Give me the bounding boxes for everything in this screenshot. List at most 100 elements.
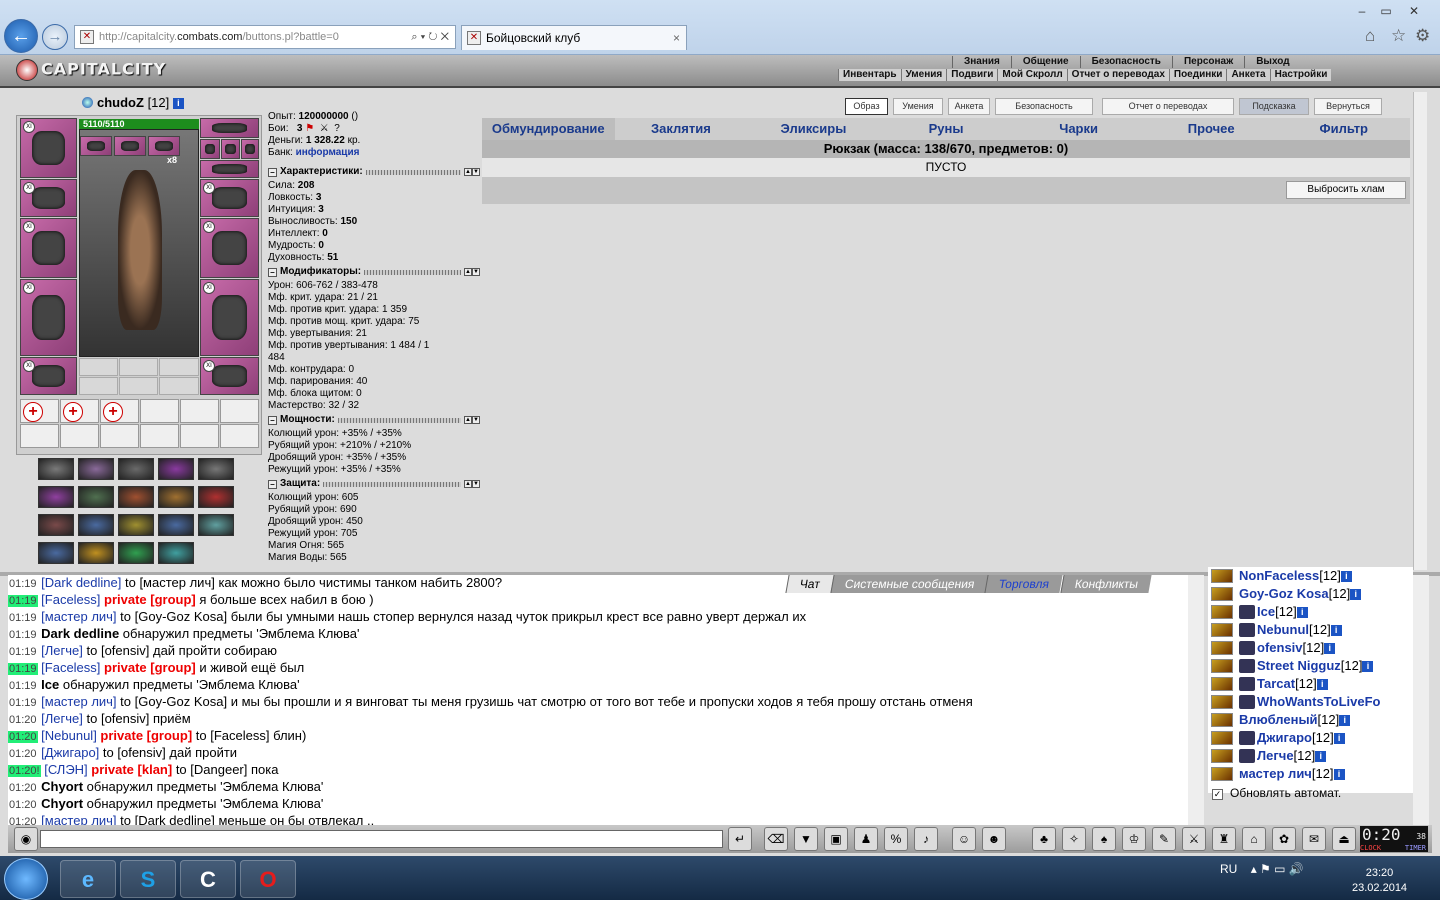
user-info-icon[interactable]: i — [1339, 714, 1351, 726]
user-info-icon[interactable]: i — [1296, 606, 1308, 618]
spell-slot[interactable] — [38, 486, 74, 508]
chat-nick[interactable]: [мастер лич] — [41, 813, 116, 825]
auto-update-toggle[interactable]: ✓ Обновлять автомат. — [1212, 786, 1341, 800]
menu-sub-item[interactable]: Подвиги — [946, 69, 997, 81]
user-info-icon[interactable]: i — [1330, 624, 1342, 636]
action-icon-1[interactable]: ♣ — [1032, 827, 1056, 851]
tab-button-2[interactable]: Умения — [893, 98, 943, 115]
potion-slot-8[interactable] — [60, 424, 99, 448]
chat-nick[interactable]: [мастер лич] — [41, 609, 116, 624]
ie-taskbar-icon[interactable]: e — [60, 860, 116, 898]
start-button[interactable] — [4, 858, 48, 900]
amulet-slot[interactable] — [114, 136, 146, 156]
user-action-icon[interactable] — [1211, 749, 1233, 763]
user-row[interactable]: ofensiv [12] i — [1208, 639, 1413, 657]
user-action-icon[interactable] — [1211, 659, 1233, 673]
potion-slot-11[interactable] — [180, 424, 219, 448]
address-bar[interactable]: ✕ http://capitalcity.combats.com/buttons… — [74, 25, 456, 49]
fighter-icon[interactable]: ♟ — [854, 827, 878, 851]
send-icon[interactable]: ↵ — [728, 827, 752, 851]
opera-taskbar-icon[interactable]: O — [240, 860, 296, 898]
menu-sub-item[interactable]: Инвентарь — [838, 69, 901, 81]
ring-slot-2[interactable] — [221, 139, 240, 159]
exit-icon[interactable]: ⏏ — [1332, 827, 1356, 851]
user-action-icon[interactable] — [1211, 623, 1233, 637]
inventory-tab[interactable]: Эликсиры — [747, 118, 880, 140]
ring-slot-1[interactable] — [200, 139, 220, 159]
back-button[interactable]: ← — [4, 19, 38, 53]
tab-button-6[interactable]: Подсказка — [1239, 98, 1309, 115]
character-avatar[interactable]: x8 — [79, 129, 199, 357]
chat-tab[interactable]: Чат — [785, 575, 834, 593]
spell-slot[interactable] — [158, 458, 194, 480]
discard-junk-button[interactable]: Выбросить хлам — [1286, 181, 1406, 199]
action-icon-9[interactable]: ✿ — [1272, 827, 1296, 851]
favorites-star-icon[interactable]: ☆ — [1391, 26, 1406, 46]
user-row[interactable]: Ice [12] i — [1208, 603, 1413, 621]
tab-button-4[interactable]: Безопасность — [995, 98, 1093, 115]
user-action-icon[interactable] — [1211, 695, 1233, 709]
user-name[interactable]: мастер лич — [1239, 765, 1312, 783]
chat-tab[interactable]: Системные сообщения — [830, 575, 989, 593]
chat-input[interactable] — [40, 830, 723, 848]
spell-slot[interactable] — [158, 514, 194, 536]
users-scrollbar[interactable] — [1413, 575, 1429, 825]
user-row[interactable]: Nebunul [12] i — [1208, 621, 1413, 639]
spell-slot[interactable] — [38, 514, 74, 536]
user-name[interactable]: NonFaceless — [1239, 567, 1319, 585]
user-row[interactable]: NonFaceless [12] i — [1208, 567, 1413, 585]
user-row[interactable]: Влюбленый [12] i — [1208, 711, 1413, 729]
spell-slot[interactable] — [198, 514, 234, 536]
user-name[interactable]: Goy-Goz Kosa — [1239, 585, 1329, 603]
shield-slot[interactable]: XI — [200, 218, 259, 278]
user-name[interactable]: Легче — [1257, 747, 1294, 765]
user-name[interactable]: Ice — [1257, 603, 1275, 621]
user-action-icon[interactable] — [1211, 731, 1233, 745]
belt-slot[interactable]: XI — [20, 357, 77, 395]
action-icon-4[interactable]: ♔ — [1122, 827, 1146, 851]
chat-nick[interactable]: [Легче] — [41, 711, 83, 726]
spell-slot[interactable] — [118, 458, 154, 480]
user-row[interactable]: Street Nigguz [12] i — [1208, 657, 1413, 675]
action-icon-5[interactable]: ✎ — [1152, 827, 1176, 851]
action-icon-6[interactable]: ⚔ — [1182, 827, 1206, 851]
tab-button-3[interactable]: Анкета — [948, 98, 990, 115]
bank-info-link[interactable]: информация — [296, 147, 360, 158]
modifiers-header[interactable]: – Модификаторы: ▲ ▼ — [268, 266, 480, 278]
spell-slot[interactable] — [78, 514, 114, 536]
potion-slot-1[interactable]: + — [20, 399, 59, 423]
user-action-icon[interactable] — [1211, 641, 1233, 655]
spell-slot[interactable] — [38, 458, 74, 480]
tab-button-5[interactable]: Отчет о переводах — [1102, 98, 1234, 115]
user-info-icon[interactable]: i — [1362, 660, 1374, 672]
save-icon[interactable]: ▣ — [824, 827, 848, 851]
smile-icon[interactable]: ☺ — [952, 827, 976, 851]
rune-slot-5[interactable] — [119, 377, 158, 395]
info-icon[interactable]: i — [172, 98, 184, 109]
action-icon-10[interactable]: ✉ — [1302, 827, 1326, 851]
main-scrollbar[interactable] — [1413, 92, 1427, 570]
tab-button-7[interactable]: Вернуться — [1314, 98, 1382, 115]
action-icon-8[interactable]: ⌂ — [1242, 827, 1266, 851]
menu-top-item[interactable]: Знания — [952, 56, 1011, 68]
user-row[interactable]: мастер лич [12] i — [1208, 765, 1413, 783]
spell-slot[interactable] — [38, 542, 74, 564]
inventory-tab[interactable]: Прочее — [1145, 118, 1278, 140]
user-row[interactable]: Легче [12] i — [1208, 747, 1413, 765]
menu-sub-item[interactable]: Отчет о переводах — [1066, 69, 1169, 81]
rune-slot-2[interactable] — [119, 358, 158, 376]
potion-slot-3[interactable]: + — [100, 399, 139, 423]
rune-slot-3[interactable] — [159, 358, 199, 376]
user-action-icon[interactable] — [1211, 605, 1233, 619]
characteristics-header[interactable]: – Характеристики: ▲ ▼ — [268, 166, 480, 178]
tab-button-1[interactable]: Образ — [845, 98, 888, 115]
menu-sub-item[interactable]: Мой Скролл — [997, 69, 1066, 81]
elixir-slot[interactable]: x8 — [148, 136, 180, 165]
chat-scrollbar[interactable] — [1188, 575, 1204, 825]
spell-slot[interactable] — [198, 486, 234, 508]
translit-icon[interactable]: % — [884, 827, 908, 851]
potion-slot-9[interactable] — [100, 424, 139, 448]
potion-slot-2[interactable]: + — [60, 399, 99, 423]
clear-icon[interactable]: ⌫ — [764, 827, 788, 851]
menu-top-item[interactable]: Выход — [1244, 56, 1300, 68]
